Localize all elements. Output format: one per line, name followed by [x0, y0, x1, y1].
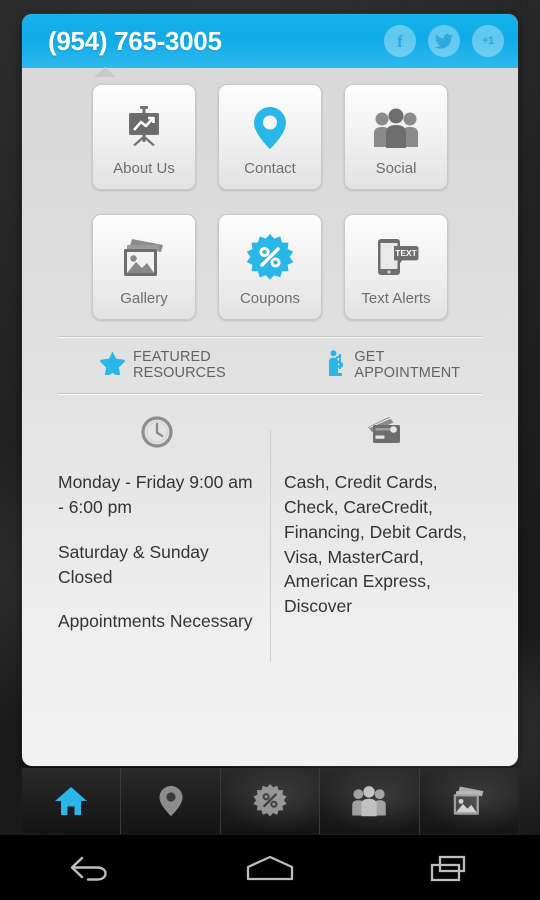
phone-number[interactable]: (954) 765-3005	[48, 26, 384, 57]
featured-row: FEATURED RESOURCES GET APPOINTMENT	[58, 337, 482, 393]
recents-icon	[430, 855, 466, 881]
info-columns: Monday - Friday 9:00 am - 6:00 pm Saturd…	[22, 412, 518, 662]
nav-home[interactable]	[22, 768, 122, 834]
social-buttons: f +1	[384, 25, 504, 57]
nav-social[interactable]	[320, 768, 420, 834]
featured-section: FEATURED RESOURCES GET APPOINTMENT	[58, 336, 482, 394]
android-system-bar	[0, 835, 540, 900]
app-bottom-nav	[22, 768, 519, 834]
appointment-person-icon	[327, 349, 346, 381]
svg-text:TEXT: TEXT	[395, 248, 417, 258]
tile-contact[interactable]: Contact	[218, 84, 322, 190]
star-icon	[100, 350, 125, 380]
back-icon	[70, 856, 107, 881]
tile-label: Gallery	[120, 289, 168, 307]
nav-gallery[interactable]	[419, 768, 519, 834]
tile-about-us[interactable]: About Us	[92, 84, 196, 190]
home-icon	[246, 855, 294, 880]
header-notch	[94, 67, 116, 77]
tile-gallery[interactable]: Gallery	[92, 214, 196, 320]
featured-resources-label: FEATURED RESOURCES	[133, 349, 226, 381]
hours-line-appointments: Appointments Necessary	[58, 611, 253, 632]
nav-coupons[interactable]	[220, 768, 321, 834]
system-back-button[interactable]	[0, 852, 180, 884]
people-group-icon	[352, 786, 387, 817]
facebook-icon[interactable]: f	[384, 25, 416, 57]
tile-label: Social	[375, 159, 417, 177]
phone-text-icon: TEXT	[372, 232, 420, 284]
hours-text: Monday - Friday 9:00 am - 6:00 pm Saturd…	[58, 470, 256, 634]
app-header: (954) 765-3005 f +1	[22, 14, 518, 77]
tile-coupons[interactable]: Coupons	[218, 214, 322, 320]
featured-resources-link[interactable]: FEATURED RESOURCES	[100, 349, 293, 381]
tile-social[interactable]: Social	[344, 84, 448, 190]
tile-label: Coupons	[239, 289, 301, 307]
google-plus-icon[interactable]: +1	[472, 25, 504, 57]
clock-icon	[58, 412, 256, 452]
twitter-icon[interactable]	[428, 25, 460, 57]
tile-label: Text Alerts	[361, 289, 431, 307]
percent-burst-icon	[253, 784, 287, 817]
presentation-chart-icon	[121, 102, 167, 154]
credit-card-icon	[284, 412, 482, 452]
divider-bottom	[58, 393, 482, 394]
photo-gallery-icon	[121, 232, 167, 284]
get-appointment-link[interactable]: GET APPOINTMENT	[327, 349, 482, 381]
tile-label: Contact	[244, 159, 296, 177]
percent-burst-icon	[246, 232, 294, 284]
tile-text-alerts[interactable]: TEXT Text Alerts	[344, 214, 448, 320]
home-icon	[55, 787, 88, 815]
twitter-bird-glyph	[435, 33, 453, 49]
tile-label: About Us	[113, 159, 175, 177]
photo-gallery-icon	[453, 786, 484, 815]
map-pin-icon	[159, 786, 183, 816]
get-appointment-label: GET APPOINTMENT	[354, 349, 461, 381]
tile-grid: About Us Contact Social Gallery Coupons …	[22, 68, 518, 320]
system-home-button[interactable]	[180, 852, 360, 884]
column-divider	[270, 430, 271, 662]
payments-column: Cash, Credit Cards, Check, CareCredit, F…	[270, 412, 496, 634]
system-recents-button[interactable]	[360, 852, 540, 884]
nav-location[interactable]	[121, 768, 221, 834]
payments-text: Cash, Credit Cards, Check, CareCredit, F…	[284, 472, 467, 617]
hours-line-weekday: Monday - Friday 9:00 am - 6:00 pm	[58, 472, 253, 517]
people-group-icon	[372, 102, 420, 154]
facebook-glyph: f	[397, 31, 403, 51]
hours-column: Monday - Friday 9:00 am - 6:00 pm Saturd…	[44, 412, 270, 634]
hours-line-weekend: Saturday & Sunday Closed	[58, 541, 209, 587]
map-pin-icon	[248, 102, 292, 154]
google-plus-glyph: +1	[482, 35, 494, 47]
app-card: (954) 765-3005 f +1 About Us Contact Soc…	[22, 14, 518, 766]
